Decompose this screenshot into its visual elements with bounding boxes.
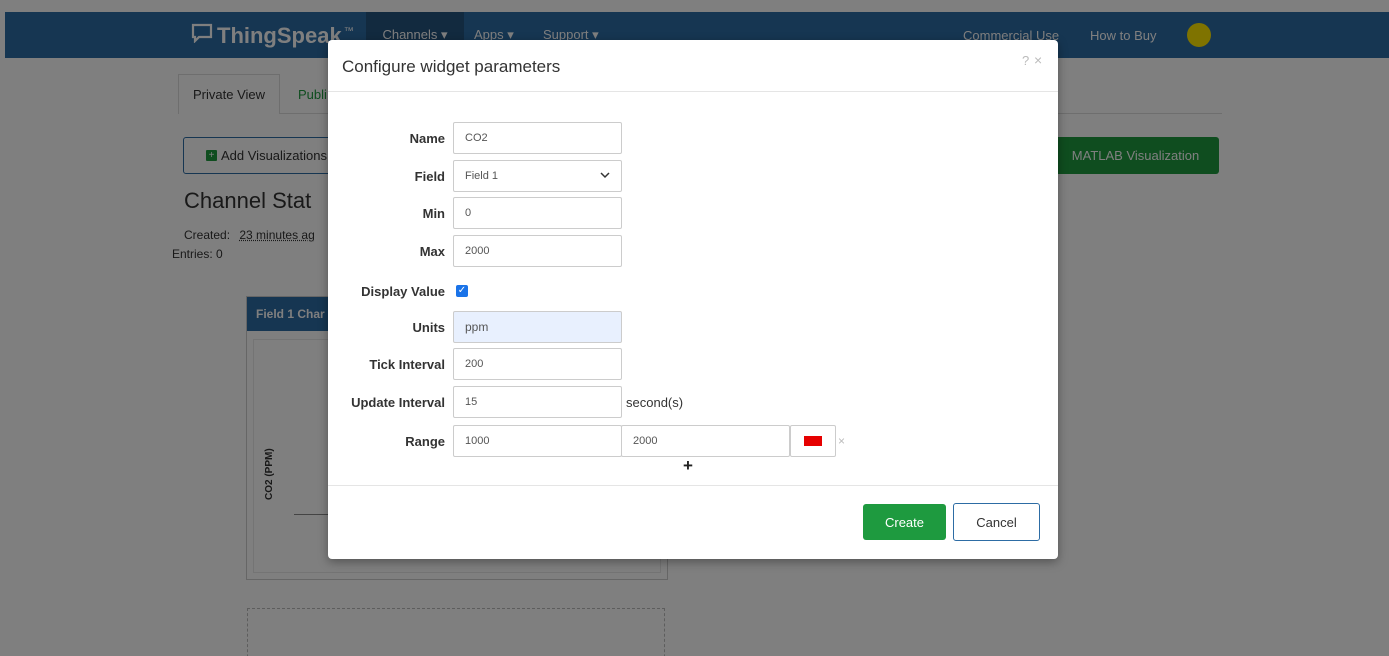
units-label: Units — [412, 319, 446, 335]
add-range-icon[interactable]: + — [683, 456, 693, 476]
update-interval-row: Update Interval second(s) — [328, 386, 1058, 418]
configure-widget-modal: Configure widget parameters ? × Name Fie… — [328, 40, 1058, 559]
update-interval-label: Update Interval — [351, 394, 445, 410]
max-row: Max — [328, 235, 1058, 267]
cancel-button[interactable]: Cancel — [953, 503, 1040, 541]
name-row: Name — [328, 122, 1058, 154]
units-input[interactable] — [453, 311, 622, 343]
field-select[interactable]: Field 1 — [453, 160, 622, 192]
min-label: Min — [422, 205, 445, 221]
max-input[interactable] — [453, 235, 622, 267]
help-icon[interactable]: ? — [1022, 53, 1029, 68]
min-row: Min — [328, 197, 1058, 229]
chevron-down-icon — [600, 171, 610, 182]
display-value-checkbox[interactable]: ✓ — [456, 285, 468, 297]
tick-interval-row: Tick Interval — [328, 348, 1058, 380]
create-button[interactable]: Create — [863, 504, 946, 540]
modal-footer-divider — [328, 485, 1058, 486]
update-interval-unit: second(s) — [626, 394, 684, 410]
units-row: Units — [328, 311, 1058, 343]
tick-interval-input[interactable] — [453, 348, 622, 380]
display-value-row: Display Value ✓ — [328, 275, 1058, 307]
range-label: Range — [405, 433, 445, 449]
name-label: Name — [409, 130, 445, 146]
range-color-picker[interactable] — [790, 425, 836, 457]
range-color-swatch — [804, 436, 822, 446]
min-input[interactable] — [453, 197, 622, 229]
modal-header: Configure widget parameters ? × — [328, 40, 1058, 92]
range-to-input[interactable] — [621, 425, 790, 457]
display-value-label: Display Value — [361, 283, 445, 299]
modal-title: Configure widget parameters — [342, 57, 561, 76]
max-label: Max — [419, 243, 445, 259]
name-input[interactable] — [453, 122, 622, 154]
remove-range-icon[interactable]: × — [838, 425, 845, 457]
range-row: Range × — [328, 425, 1058, 457]
tick-interval-label: Tick Interval — [369, 356, 445, 372]
update-interval-input[interactable] — [453, 386, 622, 418]
close-icon[interactable]: × — [1034, 52, 1042, 68]
range-from-input[interactable] — [453, 425, 622, 457]
field-select-value: Field 1 — [465, 170, 499, 182]
field-row: Field Field 1 — [328, 160, 1058, 192]
field-label: Field — [414, 168, 445, 184]
page: ThingSpeak ™ Channels ▾ Apps ▾ Support ▾… — [0, 0, 1389, 656]
